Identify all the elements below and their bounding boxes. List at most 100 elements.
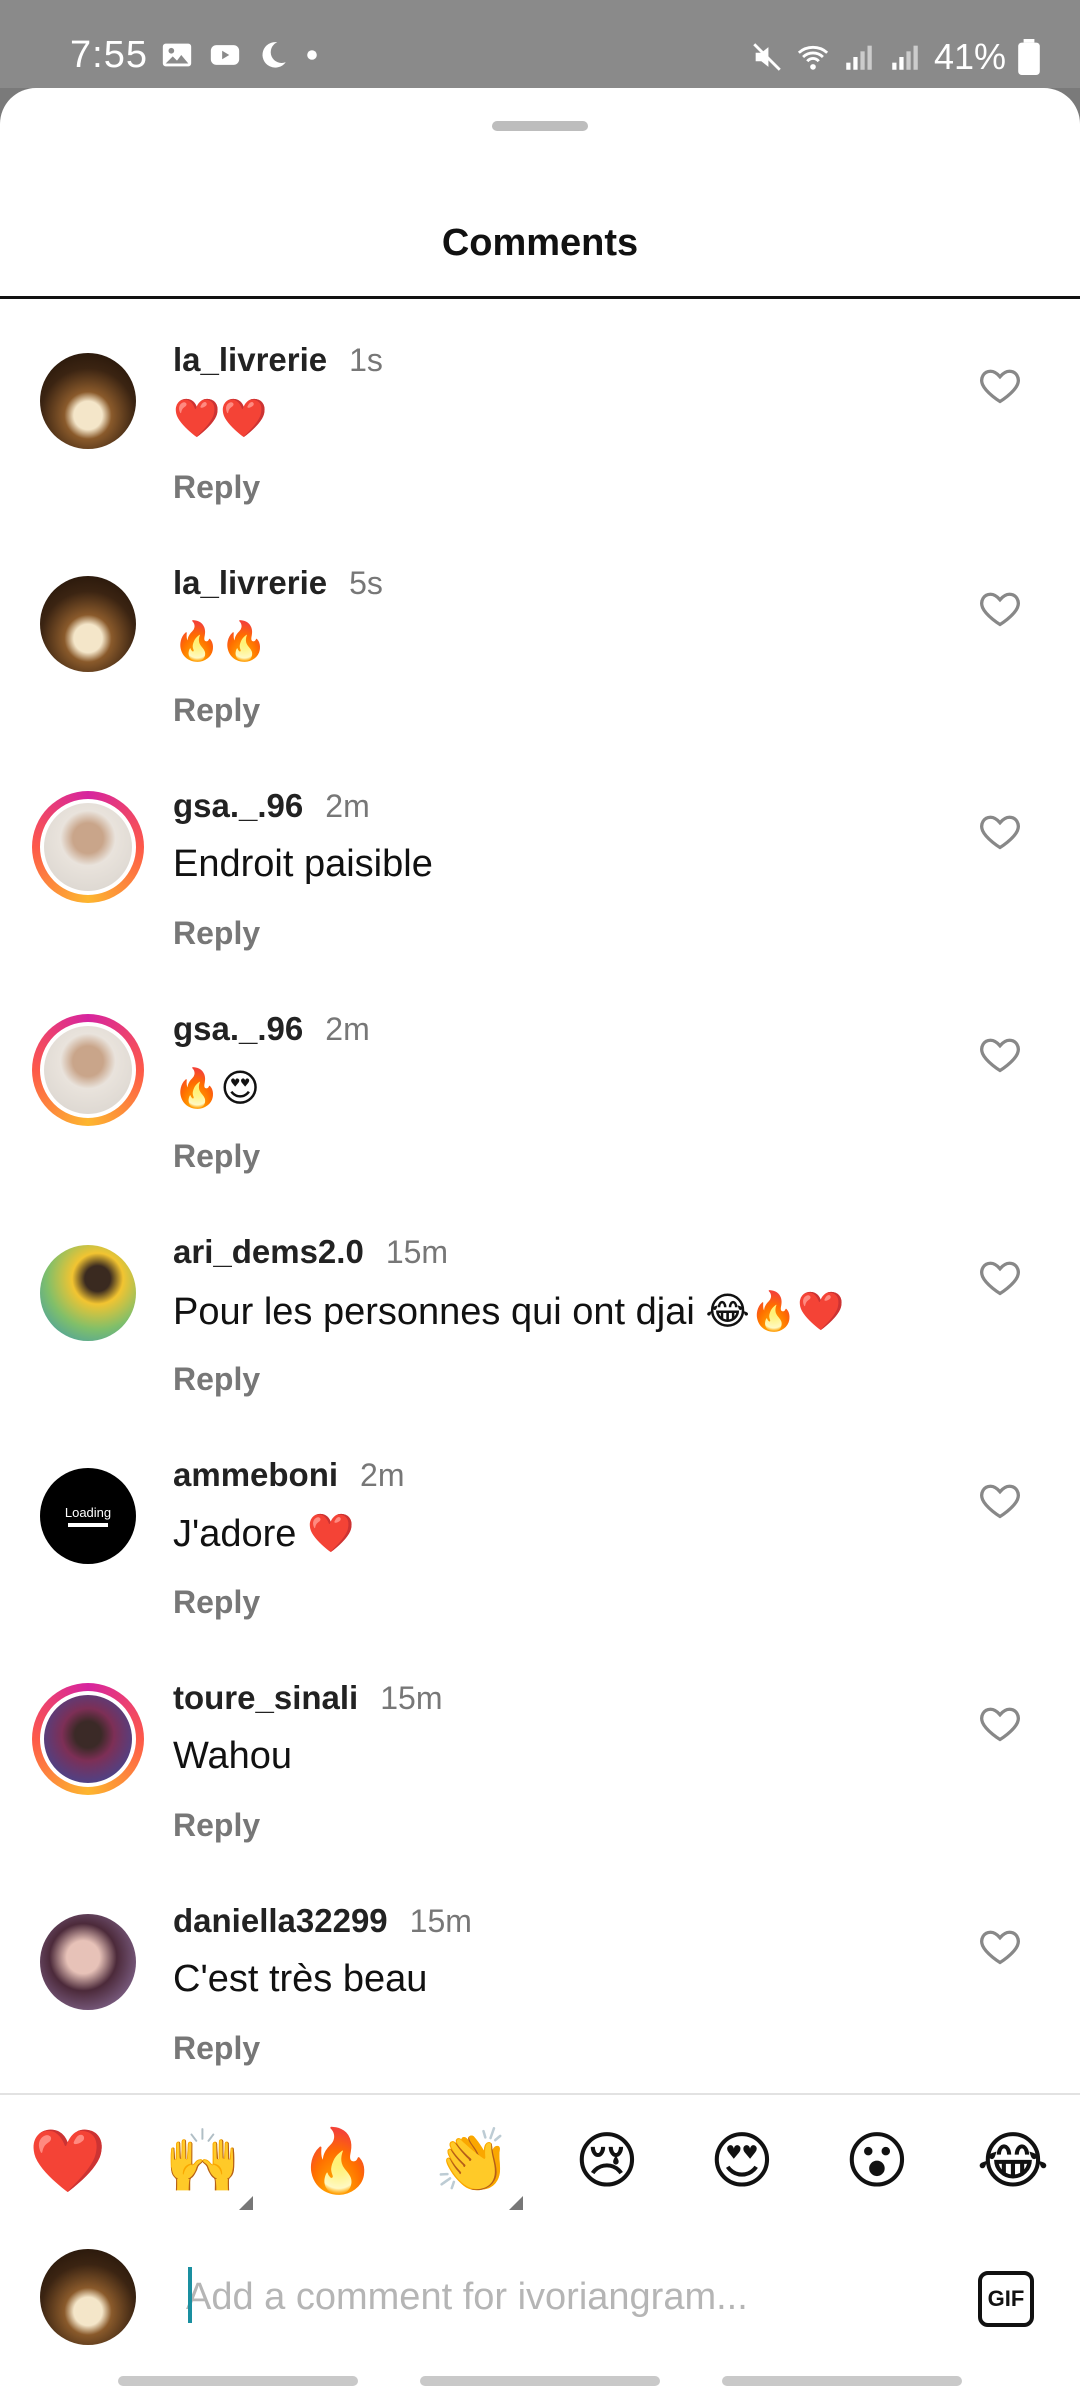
avatar[interactable] (32, 1014, 144, 1126)
comment-text: ❤️❤️ (173, 398, 268, 440)
comment-username[interactable]: gsa._.96 (173, 1010, 303, 1048)
comment-timestamp: 15m (385, 1234, 449, 1270)
reply-button[interactable]: Reply (173, 1807, 260, 1844)
avatar[interactable] (32, 1683, 144, 1795)
nav-pill-left[interactable] (118, 2376, 358, 2386)
reaction-heart-eyes[interactable]: 😍 (702, 2122, 782, 2202)
gallery-icon (162, 43, 192, 67)
comment-username[interactable]: toure_sinali (173, 1679, 358, 1717)
loading-bar (68, 1523, 108, 1527)
reply-button[interactable]: Reply (173, 915, 260, 952)
avatar-image (40, 1914, 136, 2010)
comment-row: gsa._.96 2m 🔥😍 Reply (0, 980, 1080, 1203)
comment-row: la_livrerie 5s 🔥🔥 Reply (0, 534, 1080, 757)
reaction-emoji: ❤️ (29, 2127, 107, 2196)
title-divider (0, 296, 1080, 299)
comment-row: la_livrerie 1s ❤️❤️ Reply (0, 311, 1080, 534)
comment-username[interactable]: ammeboni (173, 1456, 338, 1494)
avatar-image: Loading (40, 1468, 136, 1564)
text-cursor (188, 2267, 192, 2323)
comment-meta: la_livrerie 5s (173, 564, 383, 602)
comment-row: gsa._.96 2m Endroit paisible Reply (0, 757, 1080, 980)
like-heart-icon[interactable] (978, 1924, 1022, 1968)
reaction-emoji: 🙌 (164, 2127, 242, 2196)
reply-button[interactable]: Reply (173, 2030, 260, 2067)
avatar[interactable] (40, 353, 136, 449)
comment-row: Loading ammeboni 2m J'adore ❤️ Reply (0, 1426, 1080, 1649)
reaction-clap[interactable]: 👏 (433, 2122, 523, 2210)
comments-list: la_livrerie 1s ❤️❤️ Reply la_livrerie 5s… (0, 311, 1080, 2095)
avatar-image (40, 576, 136, 672)
comment-meta: ammeboni 2m (173, 1456, 405, 1494)
drag-handle[interactable] (492, 121, 588, 131)
like-heart-icon[interactable] (978, 1255, 1022, 1299)
nav-pill-center[interactable] (420, 2376, 660, 2386)
reaction-emoji: 🔥 (299, 2127, 377, 2196)
gif-button[interactable]: GIF (978, 2271, 1034, 2327)
comment-text: C'est très beau (173, 1958, 428, 2000)
reaction-heart[interactable]: ❤️ (28, 2122, 108, 2202)
like-heart-icon[interactable] (978, 1701, 1022, 1745)
reaction-fire[interactable]: 🔥 (298, 2122, 378, 2202)
comment-username[interactable]: la_livrerie (173, 564, 327, 602)
status-bar: 7:55 41% (0, 0, 1080, 88)
comment-meta: la_livrerie 1s (173, 341, 383, 379)
reply-button[interactable]: Reply (173, 1584, 260, 1621)
avatar[interactable]: Loading (40, 1468, 136, 1564)
reaction-joy[interactable]: 😂 (973, 2122, 1053, 2202)
reply-button[interactable]: Reply (173, 1361, 260, 1398)
reaction-emoji: 😮 (844, 2127, 910, 2196)
reply-button[interactable]: Reply (173, 469, 260, 506)
like-heart-icon[interactable] (978, 1032, 1022, 1076)
clock: 7:55 (70, 34, 148, 76)
avatar[interactable] (40, 1914, 136, 2010)
reaction-emoji: 👏 (434, 2127, 512, 2196)
like-heart-icon[interactable] (978, 586, 1022, 630)
quick-reactions-bar: ❤️ 🙌 🔥 👏 😢 😍 😮 😂 (0, 2093, 1080, 2227)
reply-button[interactable]: Reply (173, 692, 260, 729)
comment-meta: gsa._.96 2m (173, 1010, 370, 1048)
comment-username[interactable]: gsa._.96 (173, 787, 303, 825)
comment-row: daniella32299 15m C'est très beau Reply (0, 1872, 1080, 2095)
reply-button[interactable]: Reply (173, 1138, 260, 1175)
youtube-icon (210, 45, 240, 65)
avatar[interactable] (32, 791, 144, 903)
comment-timestamp: 2m (325, 788, 370, 824)
comment-timestamp: 5s (349, 565, 383, 601)
reaction-raised-hands[interactable]: 🙌 (163, 2122, 253, 2210)
avatar[interactable] (40, 576, 136, 672)
nav-pill-right[interactable] (722, 2376, 962, 2386)
comment-timestamp: 2m (325, 1011, 370, 1047)
signal-icon (846, 45, 872, 70)
like-heart-icon[interactable] (978, 1478, 1022, 1522)
comment-username[interactable]: daniella32299 (173, 1902, 388, 1940)
comment-meta: toure_sinali 15m (173, 1679, 442, 1717)
comment-username[interactable]: la_livrerie (173, 341, 327, 379)
moon-icon (262, 42, 286, 68)
avatar-image (40, 353, 136, 449)
my-avatar (40, 2249, 136, 2345)
skin-tone-indicator-icon (509, 2196, 523, 2210)
reaction-surprised[interactable]: 😮 (837, 2122, 917, 2202)
comment-text: Wahou (173, 1735, 292, 1777)
battery-icon (1018, 39, 1040, 75)
reaction-emoji: 😍 (709, 2127, 775, 2196)
reaction-emoji: 😢 (574, 2127, 640, 2196)
skin-tone-indicator-icon (239, 2196, 253, 2210)
signal-icon-2 (892, 45, 918, 70)
avatar[interactable] (40, 1245, 136, 1341)
comment-text: 🔥😍 (173, 1068, 260, 1110)
like-heart-icon[interactable] (978, 363, 1022, 407)
comment-text: 🔥🔥 (173, 621, 268, 663)
comment-meta: ari_dems2.0 15m (173, 1233, 448, 1271)
comment-timestamp: 15m (380, 1680, 443, 1716)
comment-input[interactable] (186, 2267, 926, 2327)
reaction-crying[interactable]: 😢 (567, 2122, 647, 2202)
sheet-title: Comments (441, 222, 639, 264)
mute-icon (753, 43, 781, 71)
dot-icon (307, 50, 317, 60)
avatar-image (40, 1691, 136, 1787)
comment-username[interactable]: ari_dems2.0 (173, 1233, 364, 1271)
like-heart-icon[interactable] (978, 809, 1022, 853)
comment-meta: gsa._.96 2m (173, 787, 370, 825)
